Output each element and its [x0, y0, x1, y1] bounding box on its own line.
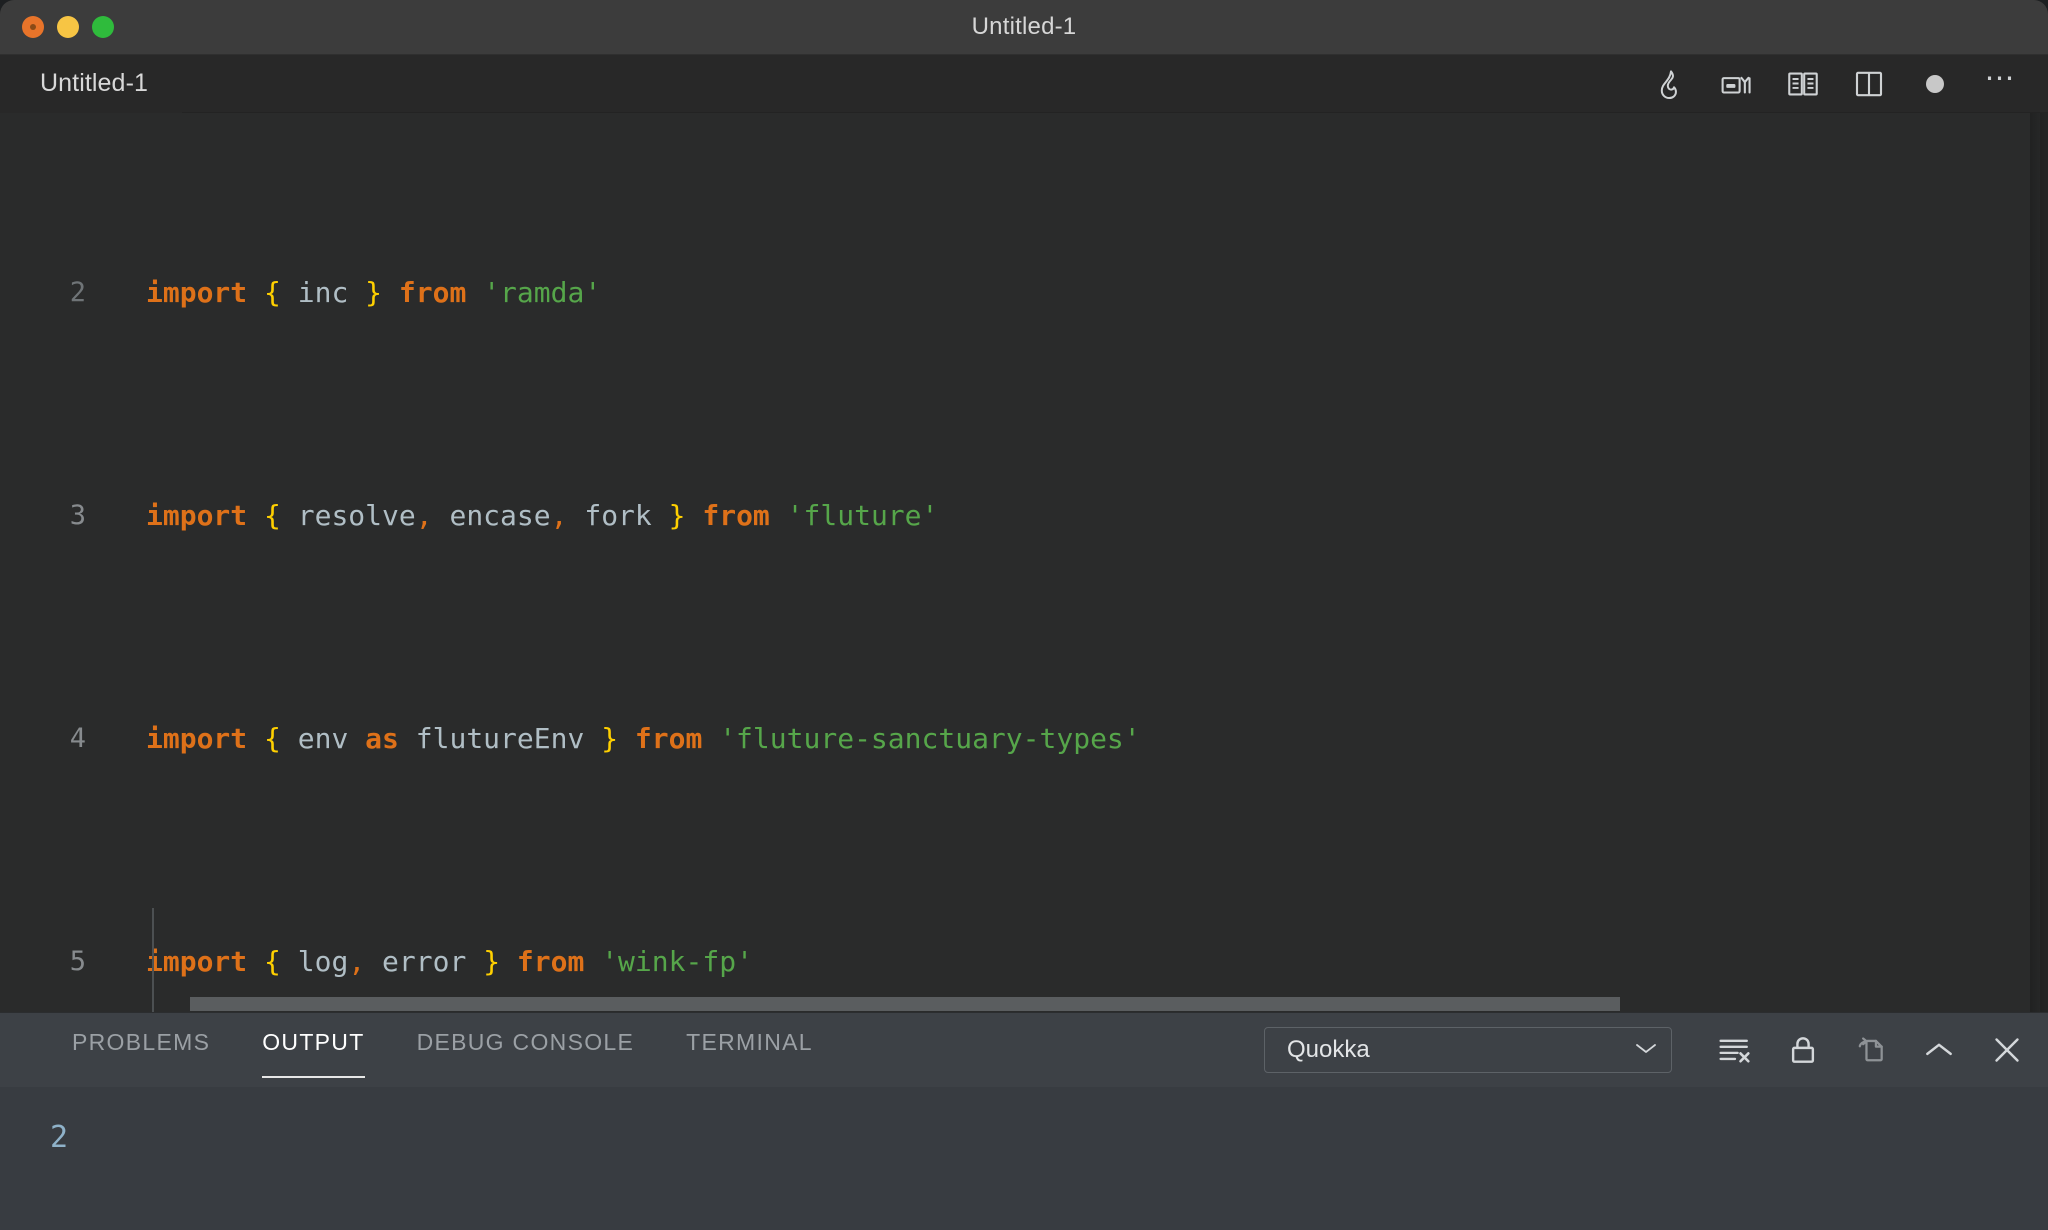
lock-scroll-icon[interactable] — [1784, 1031, 1822, 1069]
editor-tabbar: Untitled-1 ⋯ — [0, 54, 2048, 113]
bottom-panel: PROBLEMS OUTPUT DEBUG CONSOLE TERMINAL Q… — [0, 1012, 2048, 1230]
line-number: 5 — [69, 946, 86, 978]
code-editor[interactable]: 2 import { inc } from 'ramda' 3 import {… — [0, 113, 2048, 1012]
line-content: import { log, error } from 'wink-fp' — [146, 945, 753, 979]
code-surface[interactable]: 2 import { inc } from 'ramda' 3 import {… — [0, 113, 2048, 1012]
output-view[interactable]: 2 — [0, 1087, 2048, 1230]
editor-tab-untitled-1[interactable]: Untitled-1 — [0, 54, 182, 113]
panel-tab-label: TERMINAL — [686, 1028, 813, 1055]
run-quokka-icon[interactable] — [1652, 65, 1690, 103]
split-editor-icon[interactable] — [1850, 65, 1888, 103]
more-actions-icon[interactable]: ⋯ — [1982, 61, 2020, 103]
close-window-button[interactable] — [22, 16, 44, 38]
split-terminal-icon[interactable] — [1718, 65, 1756, 103]
line-number: 3 — [69, 500, 86, 532]
close-panel-icon[interactable] — [1988, 1031, 2026, 1069]
panel-tab-label: PROBLEMS — [72, 1028, 211, 1055]
clear-output-icon[interactable] — [1716, 1031, 1754, 1069]
chevron-down-icon — [1633, 1040, 1659, 1060]
code-line: 5 import { log, error } from 'wink-fp' — [0, 940, 2048, 985]
panel-tab-terminal[interactable]: TERMINAL — [660, 1013, 839, 1087]
code-line: 2 import { inc } from 'ramda' — [0, 271, 2048, 316]
panel-tab-output[interactable]: OUTPUT — [236, 1013, 390, 1087]
vscode-window: Untitled-1 Untitled-1 ⋯ 2 import {inc}… — [0, 0, 2048, 1230]
editor-tab-label: Untitled-1 — [40, 69, 148, 97]
unsaved-dot-icon[interactable] — [1916, 65, 1954, 103]
panel-tab-label: DEBUG CONSOLE — [416, 1028, 635, 1055]
window-title: Untitled-1 — [971, 13, 1077, 40]
panel-tabs: PROBLEMS OUTPUT DEBUG CONSOLE TERMINAL — [46, 1013, 839, 1087]
panel-header: PROBLEMS OUTPUT DEBUG CONSOLE TERMINAL Q… — [0, 1013, 2048, 1087]
editor-horizontal-scrollbar[interactable] — [0, 996, 2048, 1012]
output-channel-select[interactable]: Quokka — [1264, 1027, 1672, 1073]
traffic-lights — [0, 16, 114, 38]
code-line: 3 import { resolve, encase, fork } from … — [0, 494, 2048, 539]
panel-tab-label: OUTPUT — [262, 1028, 365, 1055]
open-in-editor-icon[interactable] — [1852, 1031, 1890, 1069]
code-line: 4 import { env as flutureEnv } from 'flu… — [0, 717, 2048, 762]
editor-scroll-shadow — [2030, 113, 2048, 1012]
more-actions-glyph: ⋯ — [1984, 61, 2018, 95]
minimize-window-button[interactable] — [57, 16, 79, 38]
output-channel-value: Quokka — [1287, 1036, 1370, 1063]
output-line: 2 — [50, 1120, 69, 1155]
line-content: import { env as flutureEnv } from 'flutu… — [146, 722, 1141, 756]
line-content: import { resolve, encase, fork } from 'f… — [146, 499, 939, 533]
editor-horizontal-scrollbar-thumb[interactable] — [190, 997, 1620, 1011]
line-number: 2 — [69, 277, 86, 309]
editor-tab-actions: ⋯ — [1652, 61, 2026, 103]
maximize-window-button[interactable] — [92, 16, 114, 38]
line-content: import { inc } from 'ramda' — [146, 276, 602, 310]
panel-actions: Quokka — [1264, 1027, 2026, 1073]
collapse-panel-icon[interactable] — [1920, 1031, 1958, 1069]
panel-tab-debug-console[interactable]: DEBUG CONSOLE — [391, 1013, 661, 1087]
panel-tab-problems[interactable]: PROBLEMS — [46, 1013, 236, 1087]
line-number: 4 — [69, 723, 86, 755]
window-titlebar: Untitled-1 — [0, 0, 2048, 55]
open-preview-icon[interactable] — [1784, 65, 1822, 103]
